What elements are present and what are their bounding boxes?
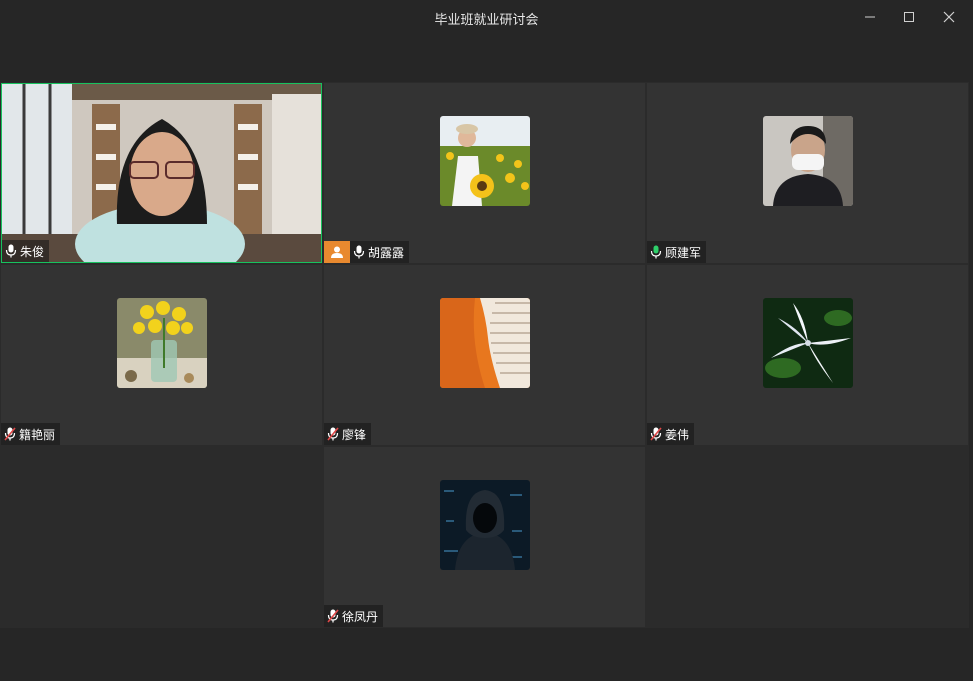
video-tile-liaofeng[interactable]: 廖锋 (324, 265, 645, 445)
microphone-muted-icon (327, 427, 339, 441)
participant-avatar (763, 298, 853, 388)
video-tile-jiangwei[interactable]: 姜伟 (647, 265, 968, 445)
host-badge (324, 241, 350, 263)
minimize-button[interactable] (852, 3, 888, 31)
participant-name: 胡露露 (368, 245, 405, 260)
participant-avatar (440, 298, 530, 388)
participant-name-tag: 廖锋 (324, 423, 372, 445)
window-title: 毕业班就业研讨会 (434, 13, 539, 28)
maximize-button[interactable] (891, 3, 927, 31)
minimize-icon (865, 16, 875, 18)
microphone-muted-icon (327, 609, 339, 623)
participant-name-tag: 顾建军 (647, 241, 707, 263)
microphone-icon (353, 245, 365, 259)
title-bar: 毕业班就业研讨会 (0, 0, 973, 34)
participant-avatar (763, 116, 853, 206)
video-tile-zhujun[interactable]: 朱俊 (1, 83, 322, 263)
participant-name-tag: 徐凤丹 (324, 605, 384, 627)
microphone-icon (5, 244, 17, 258)
participant-name-tag: 姜伟 (647, 423, 695, 445)
participant-avatar (117, 298, 207, 388)
video-tile-huluolu[interactable]: 胡露露 (324, 83, 645, 263)
video-tile-xufengdan[interactable]: 徐凤丹 (324, 447, 645, 627)
video-tile-gujianjun[interactable]: 顾建军 (647, 83, 968, 263)
participant-name: 姜伟 (665, 427, 690, 442)
close-button[interactable] (931, 3, 967, 31)
participant-avatar (440, 116, 530, 206)
participant-name: 廖锋 (342, 427, 367, 442)
video-tile-jiyanli[interactable]: 籍艳丽 (1, 265, 322, 445)
empty-tile (647, 447, 968, 627)
participant-name: 顾建军 (665, 245, 702, 260)
participant-name-tag: 籍艳丽 (1, 423, 61, 445)
empty-tile (1, 447, 322, 627)
microphone-icon (650, 245, 662, 259)
participant-name: 徐凤丹 (342, 609, 379, 624)
participant-name: 朱俊 (20, 244, 45, 259)
close-icon (943, 11, 955, 23)
participant-name: 籍艳丽 (19, 427, 56, 442)
microphone-muted-icon (650, 427, 662, 441)
participant-name-tag: 朱俊 (2, 240, 50, 262)
participant-name-tag: 胡露露 (350, 241, 410, 263)
participant-video (2, 84, 321, 262)
microphone-muted-icon (4, 427, 16, 441)
participant-avatar (440, 480, 530, 570)
maximize-icon (904, 12, 914, 22)
user-icon (331, 246, 343, 258)
